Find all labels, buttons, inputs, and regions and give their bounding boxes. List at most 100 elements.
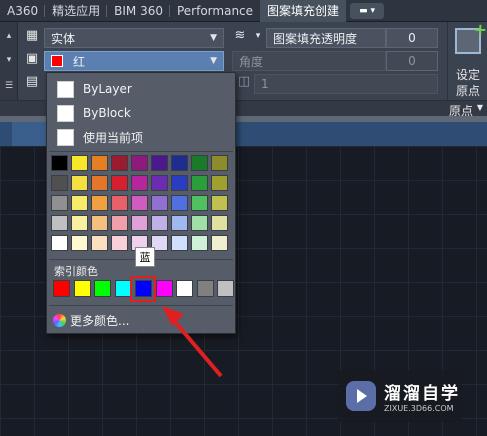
color-option-byblock[interactable]: ByBlock bbox=[47, 101, 235, 125]
angle-label-field: 角度 bbox=[232, 51, 386, 71]
chevron-down-icon[interactable]: ▾ bbox=[250, 28, 266, 44]
color-swatch bbox=[51, 55, 63, 67]
standard-color-swatch[interactable] bbox=[211, 195, 228, 211]
scale-input: 1 bbox=[254, 74, 438, 94]
standard-color-swatch[interactable] bbox=[51, 235, 68, 251]
index-color-title: 索引颜色 bbox=[54, 265, 98, 278]
standard-color-swatch[interactable] bbox=[191, 155, 208, 171]
index-color-swatch[interactable] bbox=[94, 280, 111, 297]
option-label: 使用当前项 bbox=[83, 130, 144, 145]
standard-color-swatch[interactable] bbox=[171, 195, 188, 211]
background-color-icon: ▤ bbox=[25, 74, 39, 89]
set-origin-icon[interactable] bbox=[455, 20, 487, 54]
standard-color-swatch[interactable] bbox=[71, 155, 88, 171]
standard-color-swatch[interactable] bbox=[131, 155, 148, 171]
hatch-color-combo[interactable]: 红 ▼ bbox=[44, 51, 224, 71]
transparency-value-input[interactable]: 0 bbox=[386, 28, 438, 48]
chevron-down-icon[interactable]: ▾ bbox=[3, 54, 15, 66]
hatch-type-combo[interactable]: 实体 ▼ bbox=[44, 28, 224, 48]
watermark: 溜溜自学 ZIXUE.3D66.COM bbox=[338, 370, 462, 422]
chevron-down-icon: ▼ bbox=[210, 56, 217, 66]
color-box bbox=[57, 80, 74, 98]
chevron-down-icon[interactable]: ▼ bbox=[477, 103, 483, 112]
color-option-use-current[interactable]: 使用当前项 bbox=[47, 125, 235, 149]
index-color-swatch[interactable] bbox=[53, 280, 70, 297]
standard-color-swatch[interactable] bbox=[151, 155, 168, 171]
standard-color-swatch[interactable] bbox=[151, 215, 168, 231]
standard-color-swatch[interactable] bbox=[91, 215, 108, 231]
option-label: ByLayer bbox=[83, 82, 132, 96]
standard-color-swatch[interactable] bbox=[151, 195, 168, 211]
color-option-bylayer[interactable]: ByLayer bbox=[47, 77, 235, 101]
standard-color-swatch[interactable] bbox=[111, 175, 128, 191]
tab-bim360[interactable]: BIM 360 bbox=[107, 0, 170, 22]
color-dropdown: ByLayer ByBlock 使用当前项 索引颜色 蓝 更多颜色... bbox=[46, 72, 236, 334]
standard-color-swatch[interactable] bbox=[131, 175, 148, 191]
tab-overflow-button[interactable]: ▬ ▾ bbox=[350, 2, 385, 19]
angle-label: 角度 bbox=[239, 54, 264, 69]
standard-color-swatch[interactable] bbox=[191, 215, 208, 231]
standard-color-swatch[interactable] bbox=[111, 195, 128, 211]
standard-color-swatch[interactable] bbox=[91, 195, 108, 211]
ribbon-tab-bar: A360 精选应用 BIM 360 Performance 图案填充创建 ▬ ▾ bbox=[0, 0, 487, 22]
standard-color-swatch[interactable] bbox=[171, 175, 188, 191]
color-box bbox=[57, 104, 74, 122]
standard-color-swatch[interactable] bbox=[91, 235, 108, 251]
standard-color-swatch[interactable] bbox=[171, 155, 188, 171]
standard-color-swatch[interactable] bbox=[191, 235, 208, 251]
standard-color-swatch[interactable] bbox=[171, 235, 188, 251]
tab-performance[interactable]: Performance bbox=[170, 0, 260, 22]
standard-color-swatch[interactable] bbox=[71, 175, 88, 191]
standard-color-swatch[interactable] bbox=[131, 195, 148, 211]
standard-color-swatch[interactable] bbox=[91, 175, 108, 191]
standard-color-swatch[interactable] bbox=[111, 155, 128, 171]
transparency-label: 图案填充透明度 bbox=[273, 31, 358, 46]
standard-color-swatch[interactable] bbox=[71, 195, 88, 211]
set-origin-label-2: 原点 bbox=[455, 84, 480, 98]
index-color-swatch[interactable] bbox=[155, 280, 173, 297]
more-colors-button[interactable]: 更多颜色... bbox=[53, 311, 129, 329]
standard-color-swatch[interactable] bbox=[191, 195, 208, 211]
standard-color-swatch[interactable] bbox=[51, 215, 68, 231]
angle-value-input: 0 bbox=[386, 51, 438, 71]
watermark-text: 溜溜自学 ZIXUE.3D66.COM bbox=[384, 379, 460, 413]
tab-a360[interactable]: A360 bbox=[0, 0, 46, 22]
index-color-swatch[interactable] bbox=[217, 280, 234, 297]
scale-icon: ◫ bbox=[237, 74, 251, 89]
index-color-swatch[interactable] bbox=[176, 280, 193, 297]
standard-color-swatch[interactable] bbox=[51, 155, 68, 171]
standard-color-swatch[interactable] bbox=[51, 195, 68, 211]
standard-color-swatch[interactable] bbox=[211, 155, 228, 171]
index-color-swatch[interactable] bbox=[114, 280, 132, 297]
standard-color-swatch[interactable] bbox=[191, 175, 208, 191]
standard-color-swatch[interactable] bbox=[71, 215, 88, 231]
chevron-down-icon: ▼ bbox=[210, 33, 217, 43]
standard-color-swatch[interactable] bbox=[71, 235, 88, 251]
scale-value: 1 bbox=[261, 77, 269, 91]
transparency-label-field[interactable]: 图案填充透明度 bbox=[266, 28, 386, 48]
divider bbox=[49, 305, 233, 306]
color-tooltip: 蓝 bbox=[135, 247, 155, 267]
tab-hatch-creation[interactable]: 图案填充创建 bbox=[260, 0, 347, 22]
selected-color-highlight bbox=[130, 276, 156, 302]
transparency-icon[interactable]: ≋ bbox=[232, 28, 248, 44]
standard-color-swatch[interactable] bbox=[111, 215, 128, 231]
index-color-swatch[interactable] bbox=[73, 280, 91, 297]
standard-color-swatch[interactable] bbox=[151, 175, 168, 191]
more-colors-label: 更多颜色... bbox=[70, 313, 130, 328]
color-icon: ▣ bbox=[25, 51, 39, 66]
tab-featured-apps[interactable]: 精选应用 bbox=[45, 0, 108, 22]
option-label: ByBlock bbox=[83, 106, 131, 120]
standard-color-swatch[interactable] bbox=[211, 215, 228, 231]
chevron-up-icon[interactable]: ▴ bbox=[3, 30, 15, 42]
standard-color-swatch[interactable] bbox=[51, 175, 68, 191]
standard-color-swatch[interactable] bbox=[211, 175, 228, 191]
hatch-pattern-icon: ▦ bbox=[25, 28, 39, 43]
standard-color-swatch[interactable] bbox=[91, 155, 108, 171]
standard-color-swatch[interactable] bbox=[211, 235, 228, 251]
index-color-swatch[interactable] bbox=[196, 280, 214, 297]
standard-color-swatch[interactable] bbox=[131, 215, 148, 231]
expand-icon[interactable]: ☰ bbox=[3, 80, 15, 92]
standard-color-swatch[interactable] bbox=[171, 215, 188, 231]
standard-color-swatch[interactable] bbox=[111, 235, 128, 251]
